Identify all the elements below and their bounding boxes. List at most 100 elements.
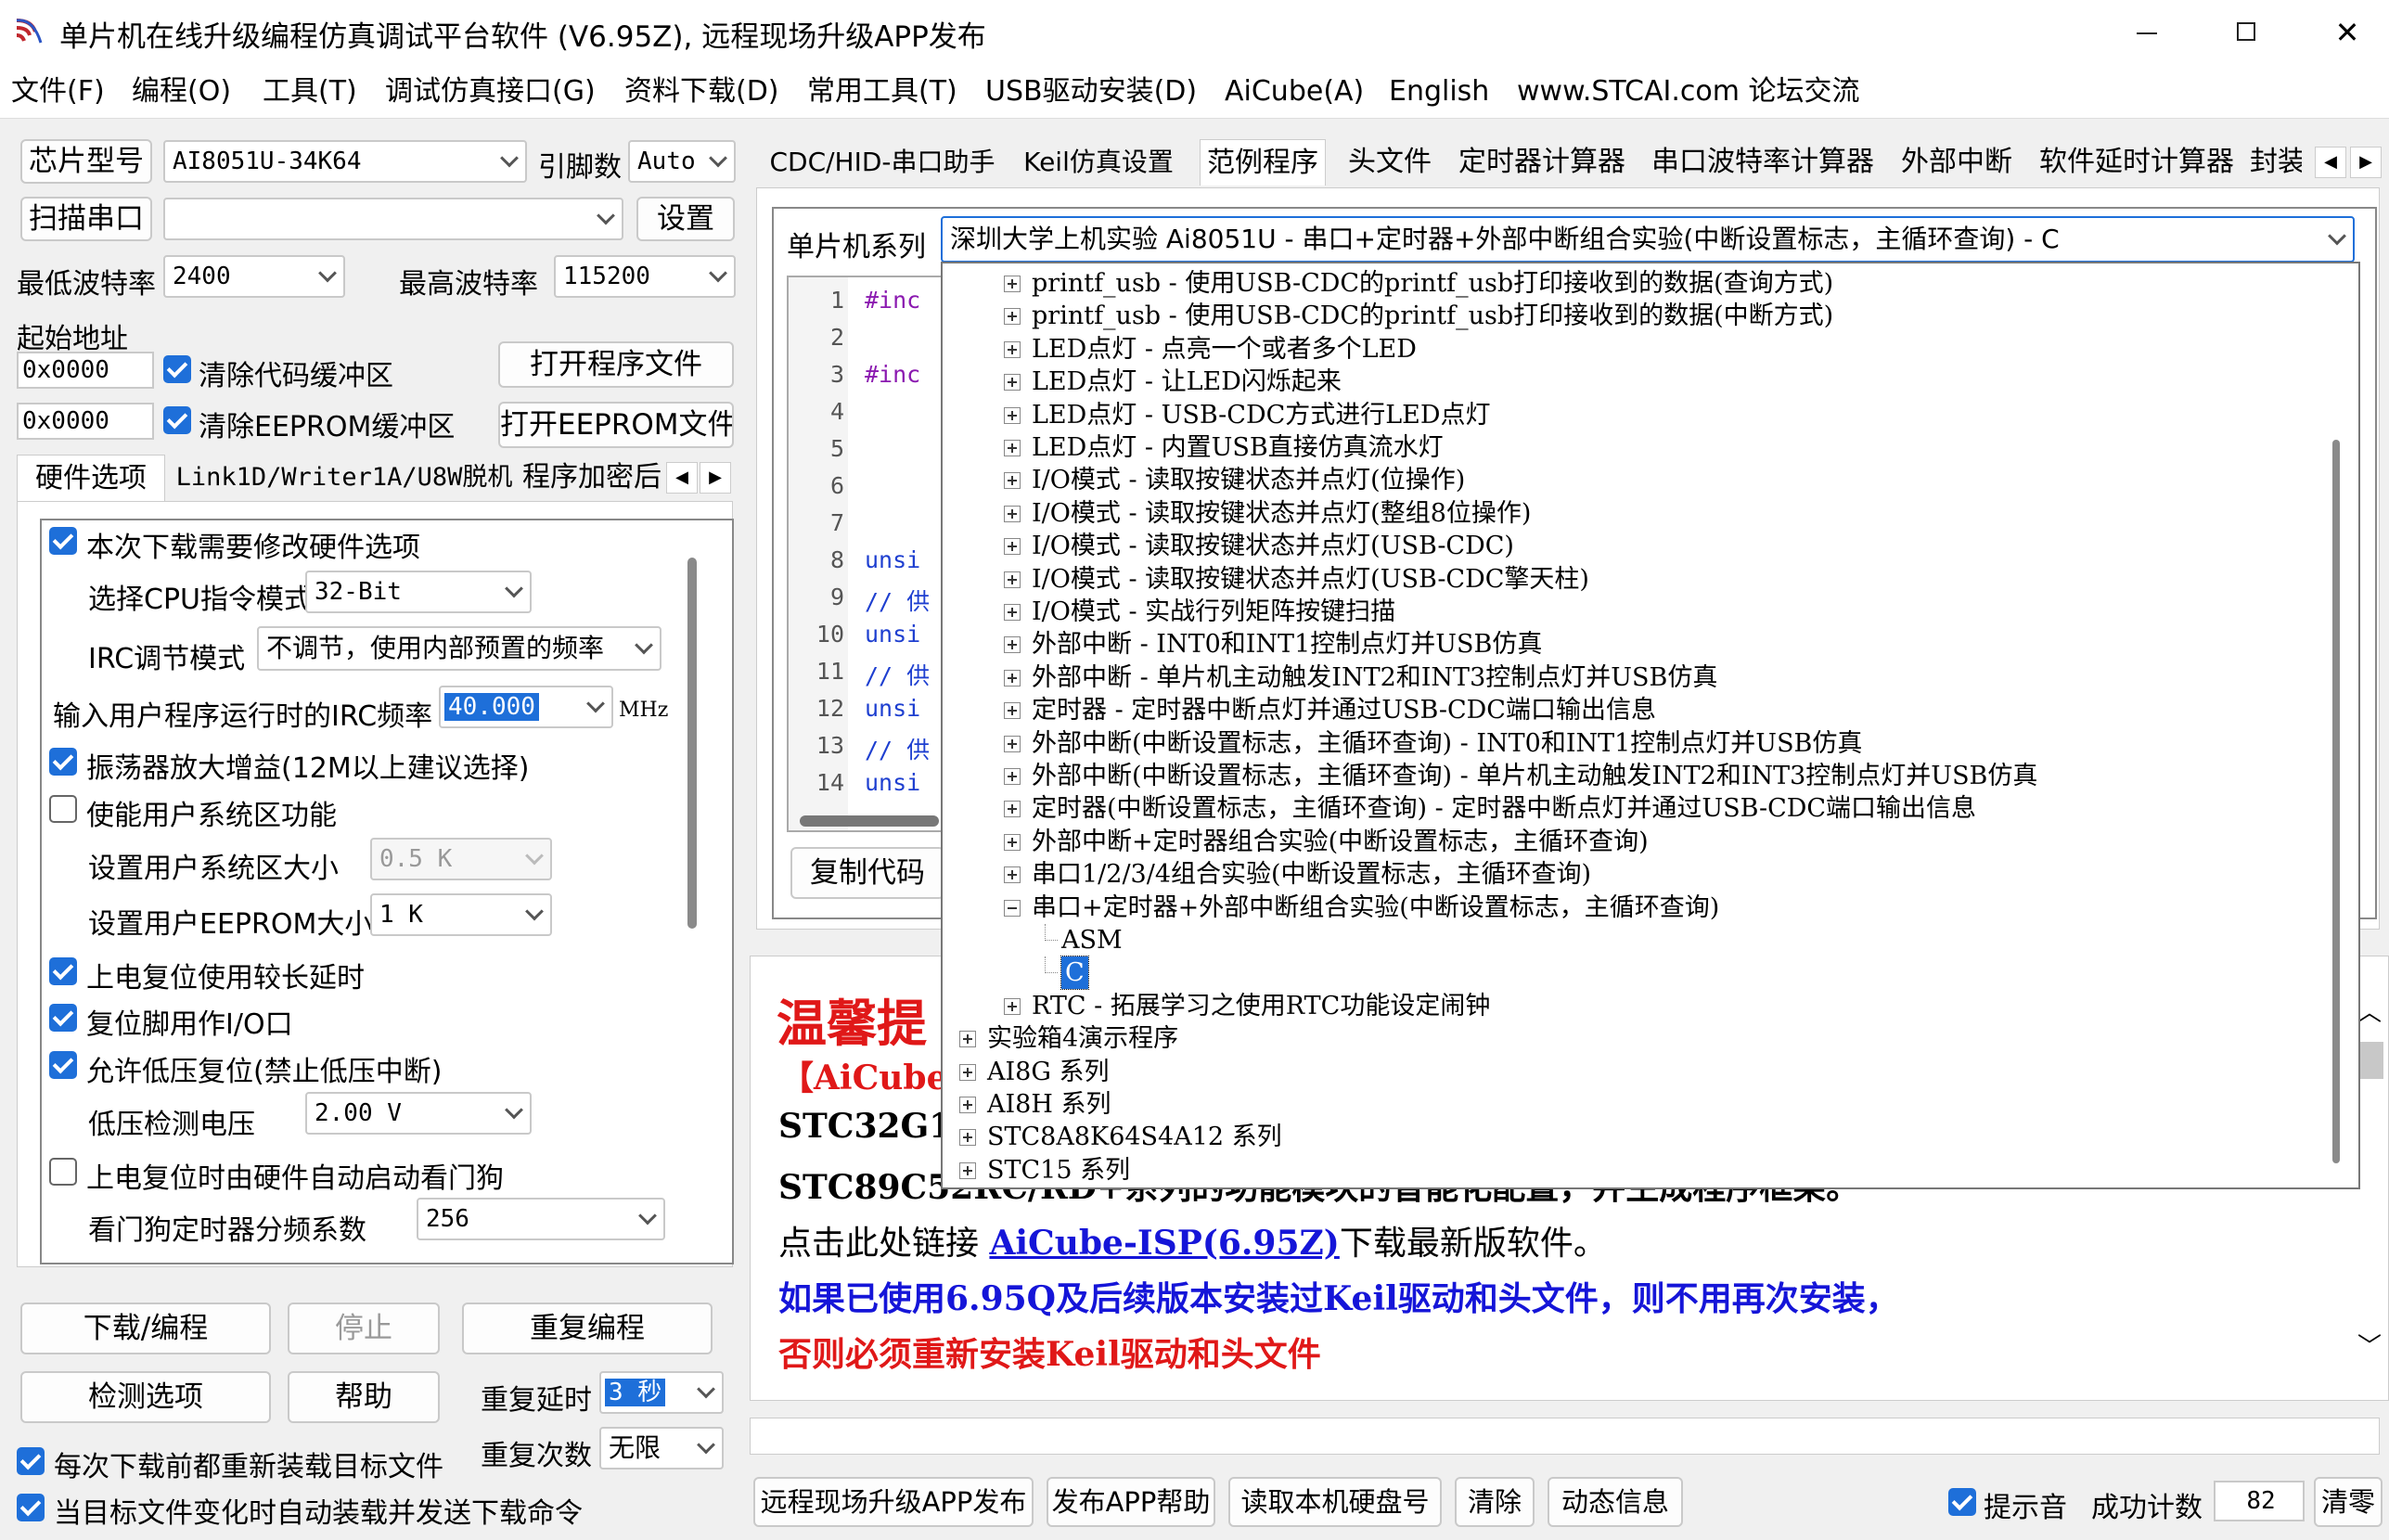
expand-icon[interactable] bbox=[1004, 276, 1021, 292]
expand-icon[interactable] bbox=[959, 1031, 976, 1048]
code-editor[interactable]: 1 #inc 2 3 #inc 4 5 6 7 8 unsi 9 // 供 10 unsi 11 // 供 12 u… bbox=[787, 276, 963, 832]
publish-help-button[interactable]: 发布APP帮助 bbox=[1047, 1477, 1215, 1527]
chip-model-label[interactable]: 芯片型号 bbox=[20, 139, 152, 184]
user-sys-checkbox[interactable] bbox=[49, 795, 77, 823]
expand-icon[interactable] bbox=[959, 1063, 976, 1081]
menu-program[interactable]: 编程(O) bbox=[132, 65, 231, 119]
scan-port-button[interactable]: 扫描串口 bbox=[20, 197, 152, 241]
autosend-checkbox[interactable] bbox=[17, 1494, 45, 1521]
minimize-icon[interactable] bbox=[2129, 19, 2166, 46]
tree-item[interactable]: I/O模式 - 实战行列矩阵按键扫描 bbox=[943, 596, 2325, 628]
reload-checkbox[interactable] bbox=[17, 1447, 45, 1475]
close-icon[interactable]: ✕ bbox=[2329, 18, 2366, 47]
tree-item[interactable]: I/O模式 - 读取按键状态并点灯(位操作) bbox=[943, 464, 2325, 496]
tab-header-files[interactable]: 头文件 bbox=[1339, 139, 1441, 186]
reset-io-checkbox[interactable] bbox=[49, 1004, 77, 1032]
tree-item[interactable]: 定时器 - 定时器中断点灯并通过USB-CDC端口输出信息 bbox=[943, 694, 2325, 726]
collapse-icon[interactable] bbox=[1004, 899, 1021, 917]
menu-usb-driver[interactable]: USB驱动安装(D) bbox=[985, 65, 1197, 119]
tree-item[interactable]: 定时器(中断设置标志，主循环查询) - 定时器中断点灯并通过USB-CDC端口输… bbox=[943, 792, 2325, 825]
tree-item[interactable]: I/O模式 - 读取按键状态并点灯(USB-CDC擎天柱) bbox=[943, 563, 2325, 596]
repeat-delay-select[interactable]: 3 秒 bbox=[599, 1371, 724, 1414]
code-start-address[interactable]: 0x0000 bbox=[17, 352, 154, 389]
tab-timer-calc[interactable]: 定时器计算器 bbox=[1454, 139, 1630, 186]
tab-hardware-options[interactable]: 硬件选项 bbox=[17, 455, 165, 501]
irc-frequency-select[interactable]: 40.000 bbox=[439, 686, 613, 728]
cpu-mode-select[interactable]: 32-Bit bbox=[305, 571, 532, 613]
download-program-button[interactable]: 下载/编程 bbox=[20, 1303, 271, 1354]
tree-item[interactable]: LED点灯 - 内置USB直接仿真流水灯 bbox=[943, 431, 2325, 464]
tree-item[interactable]: STC15F2K60S2 系列 bbox=[943, 1187, 2325, 1189]
tree-item[interactable]: 外部中断+定时器组合实验(中断设置标志，主循环查询) bbox=[943, 826, 2325, 858]
expand-icon[interactable] bbox=[1004, 997, 1021, 1015]
low-volt-reset-checkbox[interactable] bbox=[49, 1051, 77, 1079]
tree-item[interactable]: I/O模式 - 读取按键状态并点灯(USB-CDC) bbox=[943, 530, 2325, 562]
tree-item[interactable]: printf_usb - 使用USB-CDC的printf_usb打印接收到的数… bbox=[943, 300, 2325, 332]
tree-item[interactable]: 外部中断(中断设置标志，主循环查询) - 单片机主动触发INT2和INT3控制点… bbox=[943, 760, 2325, 792]
chip-model-select[interactable]: AI8051U-34K64 bbox=[163, 140, 527, 183]
check-options-button[interactable]: 检测选项 bbox=[20, 1371, 271, 1423]
tab-scroll-right-icon[interactable]: ▶ bbox=[700, 462, 731, 494]
watchdog-checkbox[interactable] bbox=[49, 1158, 77, 1186]
clear-button[interactable]: 清除 bbox=[1455, 1477, 1535, 1527]
publish-app-button[interactable]: 远程现场升级APP发布 bbox=[753, 1477, 1034, 1527]
menu-forum[interactable]: www.STCAI.com 论坛交流 bbox=[1517, 65, 1859, 119]
expand-icon[interactable] bbox=[1004, 604, 1021, 621]
read-disk-id-button[interactable]: 读取本机硬盘号 bbox=[1228, 1477, 1442, 1527]
osc-gain-checkbox[interactable] bbox=[49, 748, 77, 776]
tree-scrollbar-thumb[interactable] bbox=[2332, 440, 2340, 1163]
expand-icon[interactable] bbox=[1004, 636, 1021, 654]
tree-item[interactable]: 外部中断 - 单片机主动触发INT2和INT3控制点灯并USB仿真 bbox=[943, 661, 2325, 694]
expand-icon[interactable] bbox=[1004, 669, 1021, 687]
settings-button[interactable]: 设置 bbox=[636, 197, 735, 241]
expand-icon[interactable] bbox=[1004, 866, 1021, 884]
tab-package[interactable]: 封装 bbox=[2250, 139, 2302, 186]
reset-count-button[interactable]: 清零 bbox=[2314, 1477, 2383, 1527]
menu-aicube[interactable]: AiCube(A) bbox=[1225, 65, 1364, 119]
tab-cdc-hid-assistant[interactable]: CDC/HID-串口助手 bbox=[764, 139, 1001, 186]
tree-item[interactable]: 实验箱4演示程序 bbox=[943, 1022, 2325, 1055]
expand-icon[interactable] bbox=[959, 1097, 976, 1113]
tree-item[interactable]: 串口1/2/3/4组合实验(中断设置标志，主循环查询) bbox=[943, 858, 2325, 891]
menu-downloads[interactable]: 资料下载(D) bbox=[624, 65, 779, 119]
expand-icon[interactable] bbox=[1004, 801, 1021, 818]
max-baud-select[interactable]: 115200 bbox=[554, 255, 736, 298]
tree-item[interactable]: printf_usb - 使用USB-CDC的printf_usb打印接收到的数… bbox=[943, 267, 2325, 300]
clear-code-checkbox[interactable] bbox=[163, 355, 191, 383]
tab-scroll-left-icon[interactable]: ◀ bbox=[666, 462, 698, 494]
pins-select[interactable]: Auto bbox=[628, 140, 736, 183]
open-program-file-button[interactable]: 打开程序文件 bbox=[498, 341, 734, 388]
tree-item[interactable]: STC8A8K64S4A12 系列 bbox=[943, 1121, 2325, 1153]
beep-checkbox[interactable] bbox=[1948, 1488, 1976, 1516]
min-baud-select[interactable]: 2400 bbox=[163, 255, 345, 298]
expand-icon[interactable] bbox=[1004, 702, 1021, 720]
eeprom-size-select[interactable]: 1 K bbox=[370, 893, 552, 936]
tab-baud-calc[interactable]: 串口波特率计算器 bbox=[1645, 139, 1881, 186]
expand-icon[interactable] bbox=[1004, 538, 1021, 556]
eeprom-start-address[interactable]: 0x0000 bbox=[17, 403, 154, 440]
tab-offline-writer[interactable]: Link1D/Writer1A/U8W脱机 bbox=[173, 455, 516, 501]
tab-scroll-right-icon[interactable]: ▶ bbox=[2350, 147, 2382, 178]
tree-item[interactable]: 串口+定时器+外部中断组合实验(中断设置标志，主循环查询) bbox=[943, 892, 2325, 924]
stop-button[interactable]: 停止 bbox=[288, 1303, 440, 1354]
open-eeprom-file-button[interactable]: 打开EEPROM文件 bbox=[498, 402, 734, 448]
tree-item[interactable]: 外部中断(中断设置标志，主循环查询) - INT0和INT1控制点灯并USB仿真 bbox=[943, 727, 2325, 760]
tree-item[interactable]: AI8H 系列 bbox=[943, 1088, 2325, 1121]
menu-debug-interface[interactable]: 调试仿真接口(G) bbox=[385, 65, 596, 119]
expand-icon[interactable] bbox=[1004, 374, 1021, 391]
long-delay-checkbox[interactable] bbox=[49, 957, 77, 985]
tab-delay-calc[interactable]: 软件延时计算器 bbox=[2035, 139, 2239, 186]
irc-mode-select[interactable]: 不调节，使用内部预置的频率 bbox=[257, 626, 661, 671]
clear-eeprom-checkbox[interactable] bbox=[163, 406, 191, 434]
low-volt-select[interactable]: 2.00 V bbox=[305, 1092, 532, 1135]
expand-icon[interactable] bbox=[1004, 735, 1021, 752]
expand-icon[interactable] bbox=[1004, 571, 1021, 588]
notice-scroll-down-icon[interactable]: ﹀ bbox=[2356, 1328, 2383, 1361]
tab-examples[interactable]: 范例程序 bbox=[1200, 139, 1326, 186]
menu-file[interactable]: 文件(F) bbox=[11, 65, 105, 119]
tab-keil-settings[interactable]: Keil仿真设置 bbox=[1012, 139, 1185, 186]
expand-icon[interactable] bbox=[1004, 768, 1021, 785]
menu-common-tools[interactable]: 常用工具(T) bbox=[807, 65, 957, 119]
dynamic-info-button[interactable]: 动态信息 bbox=[1548, 1477, 1683, 1527]
examples-dropdown-tree[interactable]: printf_usb - 使用USB-CDC的printf_usb打印接收到的数… bbox=[941, 262, 2360, 1189]
